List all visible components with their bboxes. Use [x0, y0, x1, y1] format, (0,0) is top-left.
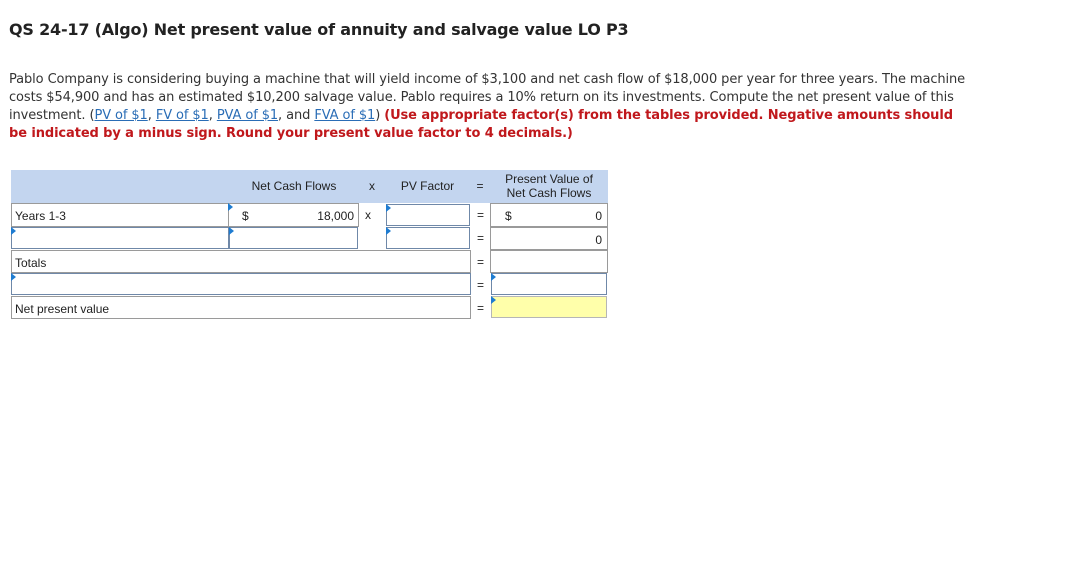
totals-value-cell	[490, 250, 608, 273]
present-value-input-4[interactable]	[491, 273, 607, 295]
row-label-input-2[interactable]	[11, 227, 229, 249]
net-cash-flow-input-2[interactable]	[229, 227, 358, 249]
header-net-cash-flows: Net Cash Flows	[251, 179, 337, 193]
input-flag-icon	[229, 227, 234, 235]
present-value-1: 0	[595, 209, 602, 223]
input-flag-icon	[11, 273, 16, 281]
input-flag-icon	[386, 227, 391, 235]
npv-label: Net present value	[15, 302, 110, 316]
net-cash-flow-value: 18,000	[317, 209, 354, 223]
pv-factor-input-1[interactable]	[386, 204, 470, 226]
question-title: QS 24-17 (Algo) Net present value of ann…	[9, 20, 629, 39]
link-fva-of-1[interactable]: FVA of $1	[314, 108, 375, 123]
times-sign: x	[365, 208, 371, 222]
totals-row-cell: Totals	[11, 250, 471, 273]
equals-sign: =	[477, 301, 485, 315]
equals-sign: =	[477, 278, 485, 292]
row-label-input-4[interactable]	[11, 273, 471, 295]
input-flag-icon	[11, 227, 16, 235]
present-value-cell-2: 0	[490, 227, 608, 250]
pv-dollar-sign: $	[505, 209, 512, 223]
equals-sign: =	[477, 231, 485, 245]
equals-sign: =	[477, 208, 485, 222]
years-label: Years 1-3	[15, 209, 66, 223]
equals-sign: =	[477, 255, 485, 269]
header-equals: =	[476, 179, 484, 193]
problem-statement: Pablo Company is considering buying a ma…	[9, 72, 966, 141]
input-flag-icon	[386, 204, 391, 212]
row-years-label-cell: Years 1-3	[11, 203, 229, 227]
link-pv-of-1[interactable]: PV of $1	[94, 108, 147, 123]
npv-row-cell: Net present value	[11, 296, 471, 319]
net-cash-flow-cell: $ 18,000	[228, 203, 359, 227]
pv-factor-input-2[interactable]	[386, 227, 470, 249]
link-fv-of-1[interactable]: FV of $1	[156, 108, 209, 123]
header-times: x	[369, 179, 375, 193]
totals-label: Totals	[15, 256, 47, 270]
link-pva-of-1[interactable]: PVA of $1	[217, 108, 278, 123]
net-present-value-input[interactable]	[491, 296, 607, 318]
header-pv-factor: PV Factor	[400, 179, 455, 193]
dollar-sign: $	[242, 209, 249, 223]
input-flag-icon	[491, 273, 496, 281]
present-value-2: 0	[595, 233, 602, 247]
header-present-value: Present Value of Net Cash Flows	[505, 172, 593, 200]
input-flag-icon	[491, 296, 496, 304]
present-value-cell-1: $ 0	[490, 203, 608, 227]
input-flag-icon	[228, 203, 233, 211]
